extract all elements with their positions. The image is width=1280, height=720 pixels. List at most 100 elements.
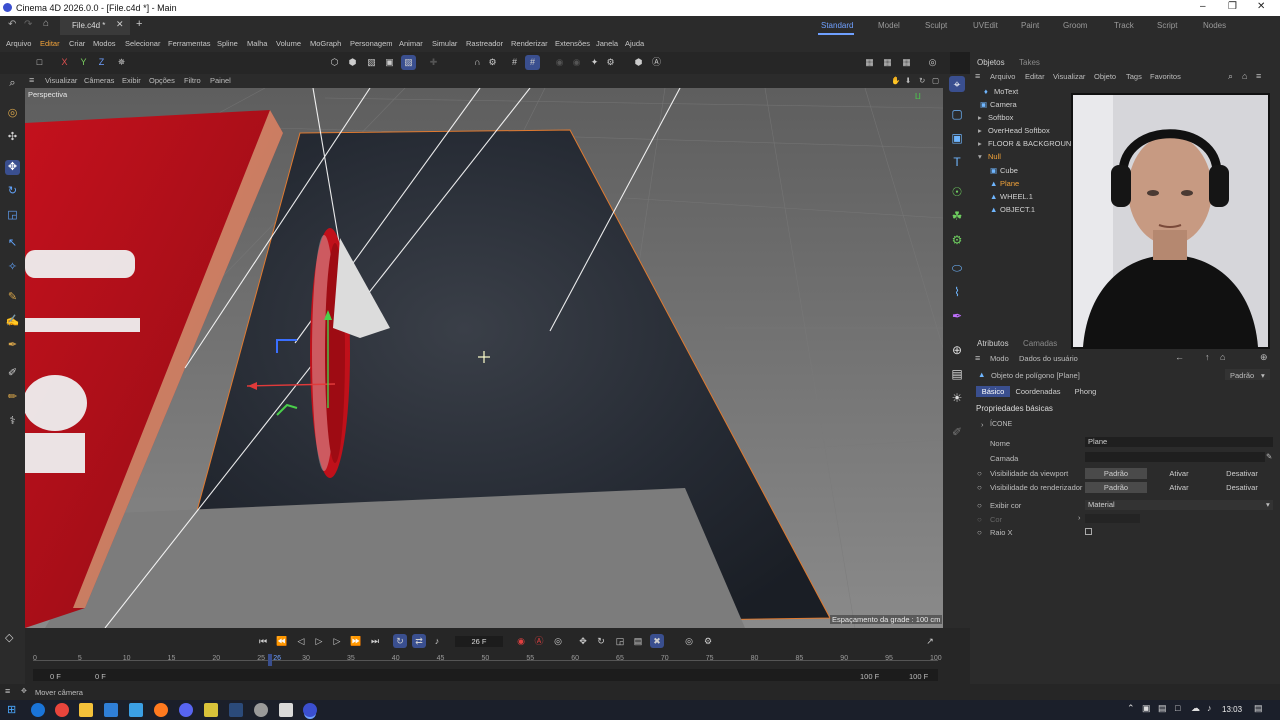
viewport-menu-painel[interactable]: Painel (210, 76, 231, 85)
viewport-menu-icon[interactable]: ≡ (29, 75, 34, 85)
vis-render-padrao[interactable]: Padrão (1085, 482, 1147, 493)
soft-select-icon[interactable]: ◉ (552, 55, 567, 70)
object-row-plane[interactable]: ▲ Plane (990, 179, 1019, 192)
pingpong-icon[interactable]: ⇄ (412, 634, 426, 648)
object-row-overhead-softbox[interactable]: ▸ OverHead Softbox (978, 126, 1050, 139)
points-mode-icon[interactable]: ⬡ (327, 55, 342, 70)
selection-icon[interactable]: ✣ (5, 130, 20, 145)
playhead[interactable] (268, 654, 272, 666)
maximize-icon[interactable]: ❐ (1228, 1, 1237, 12)
cloud-icon[interactable]: ☁ (1191, 703, 1200, 714)
tab-objetos[interactable]: Objetos (977, 58, 1005, 67)
keyframe-diamond-icon[interactable]: ◇ (5, 631, 13, 644)
menu-mograph[interactable]: MoGraph (310, 39, 341, 48)
paint-icon[interactable]: ✏ (5, 390, 20, 405)
attributes-menu-modo[interactable]: Modo (990, 354, 1009, 363)
deformer-icon[interactable]: ⚙ (949, 232, 965, 248)
camera-object-icon[interactable]: ▤ (949, 366, 965, 382)
symmetry-icon[interactable]: ◉ (569, 55, 584, 70)
sketch-icon[interactable]: ✒ (5, 338, 20, 353)
menu-modos[interactable]: Modos (93, 39, 116, 48)
layout-paint[interactable]: Paint (1021, 21, 1039, 30)
range-bar[interactable] (33, 669, 938, 681)
menu-rastreador[interactable]: Rastreador (466, 39, 503, 48)
tray-app2-icon[interactable]: ▤ (1158, 703, 1167, 714)
key-param-icon[interactable]: ▤ (631, 634, 645, 648)
discord-icon[interactable] (179, 703, 193, 717)
objects-menu-visualizar[interactable]: Visualizar (1053, 72, 1085, 81)
vis-render-desativar[interactable]: Desativar (1211, 482, 1273, 493)
icon-group-label[interactable]: ÍCONE (990, 421, 1012, 428)
steam-icon[interactable] (229, 703, 243, 717)
tab-takes[interactable]: Takes (1019, 58, 1040, 67)
mail-icon[interactable] (104, 703, 118, 717)
firefox-icon[interactable] (154, 703, 168, 717)
key-position-icon[interactable]: ✥ (576, 634, 590, 648)
edges-mode-icon[interactable]: ⬢ (345, 55, 360, 70)
autokey-icon[interactable]: Ⓐ (532, 634, 546, 648)
home-icon[interactable]: ⌂ (43, 18, 49, 29)
workplane-icon[interactable]: # (525, 55, 540, 70)
viewport-menu-cameras[interactable]: Câmeras (84, 76, 114, 85)
render-view-icon[interactable]: ▦ (862, 55, 877, 70)
layout-script[interactable]: Script (1157, 21, 1177, 30)
up-arrow-icon[interactable]: ↑ (1205, 352, 1210, 362)
menu-simular[interactable]: Simular (432, 39, 457, 48)
live-select-icon[interactable]: ◎ (5, 106, 20, 121)
tray-chevron-icon[interactable]: ⌃ (1127, 703, 1135, 714)
objects-home-icon[interactable]: ⌂ (1242, 71, 1247, 81)
expand-timeline-icon[interactable]: ↗ (923, 634, 937, 648)
render-pv-icon[interactable]: ▦ (880, 55, 895, 70)
go-end-icon[interactable]: ⏭ (368, 634, 382, 648)
minimize-icon[interactable]: – (1200, 1, 1206, 12)
color-expand-icon[interactable]: › (1078, 513, 1081, 522)
objects-search-icon[interactable]: ⌕ (1228, 71, 1233, 82)
status-menu-icon[interactable]: ≡ (5, 686, 10, 696)
field-icon[interactable]: ⬭ (949, 260, 965, 276)
key-scale-icon[interactable]: ◲ (613, 634, 627, 648)
obs-icon[interactable] (254, 703, 268, 717)
tray-app-icon[interactable]: ▣ (1142, 703, 1151, 714)
move-view-icon[interactable]: ⬇ (905, 76, 911, 85)
uv-mode-icon[interactable]: ▣ (382, 55, 397, 70)
keyframe-dot-icon[interactable]: ○ (977, 501, 982, 510)
close-tab-icon[interactable]: ✕ (116, 19, 124, 30)
objects-menu-icon[interactable]: ≡ (975, 71, 980, 81)
object-row-camera[interactable]: ▣ Camera (980, 100, 1017, 113)
viewport-menu-visualizar[interactable]: Visualizar (45, 76, 77, 85)
layout-uvedit[interactable]: UVEdit (973, 21, 998, 30)
prev-key-icon[interactable]: ⏪ (275, 634, 289, 648)
model-mode-icon[interactable]: □ (32, 55, 47, 70)
store-icon[interactable] (129, 703, 143, 717)
menu-extensoes[interactable]: Extensões (555, 39, 590, 48)
y-axis-lock[interactable]: Y (76, 55, 91, 70)
cube-object-icon[interactable]: ▣ (949, 130, 965, 146)
vis-render-ativar[interactable]: Ativar (1149, 482, 1209, 493)
x-axis-lock[interactable]: X (57, 55, 72, 70)
color-swatch[interactable] (1085, 514, 1140, 523)
tweak-icon[interactable]: ✦ (587, 55, 602, 70)
vis-viewport-desativar[interactable]: Desativar (1211, 468, 1273, 479)
objects-filter-icon[interactable]: ≡ (1256, 71, 1261, 81)
transform-icon[interactable]: ↖ (5, 236, 20, 251)
pen-icon[interactable]: ✎ (5, 290, 20, 305)
menu-editar[interactable]: Editar (40, 39, 60, 48)
objects-menu-favoritos[interactable]: Favoritos (1150, 72, 1181, 81)
prev-frame-icon[interactable]: ◁ (294, 634, 308, 648)
tweak-settings-icon[interactable]: ⚙ (603, 55, 618, 70)
weld-icon[interactable]: ⚕ (5, 414, 20, 429)
display-color-dropdown[interactable]: Material (1085, 500, 1273, 510)
range-end-a[interactable]: 100 F (860, 672, 879, 681)
objects-menu-arquivo[interactable]: Arquivo (990, 72, 1015, 81)
spline-pen-icon[interactable]: ✍ (5, 314, 20, 329)
xray-checkbox[interactable] (1085, 528, 1092, 535)
object-row-cube[interactable]: ▣ Cube (990, 166, 1018, 179)
zoom-view-icon[interactable]: ↻ (919, 76, 925, 85)
generator-icon[interactable]: ☉ (949, 184, 965, 200)
layer-link-icon[interactable]: ✎ (1266, 452, 1272, 461)
render-settings-icon[interactable]: ▦ (899, 55, 914, 70)
timeline-settings-icon[interactable]: ⚙ (701, 634, 715, 648)
key-rotation-icon[interactable]: ↻ (594, 634, 608, 648)
z-axis-lock[interactable]: Z (94, 55, 109, 70)
notepad-icon[interactable] (279, 703, 293, 717)
